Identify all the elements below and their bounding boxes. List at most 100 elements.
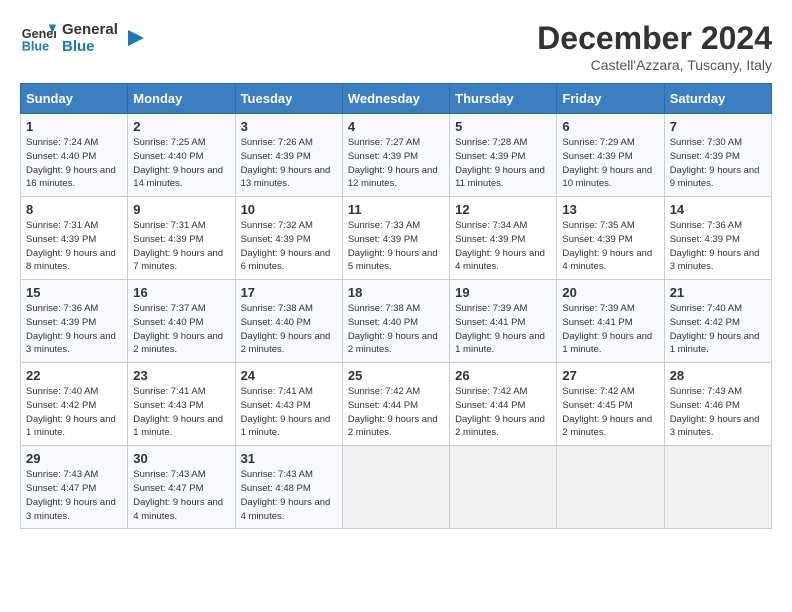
day-number: 26 (455, 368, 551, 383)
day-info: Sunrise: 7:34 AMSunset: 4:39 PMDaylight:… (455, 219, 551, 274)
day-number: 8 (26, 202, 122, 217)
calendar-header-row: SundayMondayTuesdayWednesdayThursdayFrid… (21, 84, 772, 114)
calendar-cell: 21Sunrise: 7:40 AMSunset: 4:42 PMDayligh… (664, 280, 771, 363)
day-info: Sunrise: 7:36 AMSunset: 4:39 PMDaylight:… (670, 219, 766, 274)
day-number: 11 (348, 202, 444, 217)
calendar-week-row: 8 Sunrise: 7:31 AMSunset: 4:39 PMDaylight… (21, 197, 772, 280)
day-number: 30 (133, 451, 229, 466)
day-number: 4 (348, 119, 444, 134)
day-number: 10 (241, 202, 337, 217)
day-info: Sunrise: 7:42 AMSunset: 4:44 PMDaylight:… (455, 385, 551, 440)
day-info: Sunrise: 7:32 AMSunset: 4:39 PMDaylight:… (241, 219, 337, 274)
calendar-cell: 17Sunrise: 7:38 AMSunset: 4:40 PMDayligh… (235, 280, 342, 363)
calendar-cell: 31Sunrise: 7:43 AMSunset: 4:48 PMDayligh… (235, 446, 342, 529)
day-number: 18 (348, 285, 444, 300)
month-title: December 2024 (537, 20, 772, 57)
location-subtitle: Castell'Azzara, Tuscany, Italy (537, 57, 772, 73)
day-number: 24 (241, 368, 337, 383)
calendar-cell: 24 Sunrise: 7:41 AMSunset: 4:43 PMDayligh… (235, 363, 342, 446)
calendar-cell: 6Sunrise: 7:29 AMSunset: 4:39 PMDaylight… (557, 114, 664, 197)
day-info: Sunrise: 7:43 AMSunset: 4:46 PMDaylight:… (670, 385, 766, 440)
day-info: Sunrise: 7:31 AMSunset: 4:39 PMDaylight:… (26, 219, 122, 274)
page-header: General Blue General Blue December 2024 … (20, 20, 772, 73)
day-number: 28 (670, 368, 766, 383)
calendar-cell: 19Sunrise: 7:39 AMSunset: 4:41 PMDayligh… (450, 280, 557, 363)
calendar-cell (557, 446, 664, 529)
day-info: Sunrise: 7:26 AMSunset: 4:39 PMDaylight:… (241, 136, 337, 191)
logo-general: General (62, 21, 118, 38)
calendar-cell: 3Sunrise: 7:26 AMSunset: 4:39 PMDaylight… (235, 114, 342, 197)
logo: General Blue General Blue (20, 20, 144, 56)
logo-icon: General Blue (20, 20, 56, 56)
calendar-body: 1 Sunrise: 7:24 AMSunset: 4:40 PMDaylight… (21, 114, 772, 529)
weekday-header: Monday (128, 84, 235, 114)
calendar-cell (664, 446, 771, 529)
day-number: 13 (562, 202, 658, 217)
day-info: Sunrise: 7:42 AMSunset: 4:44 PMDaylight:… (348, 385, 444, 440)
day-number: 12 (455, 202, 551, 217)
day-number: 22 (26, 368, 122, 383)
day-number: 25 (348, 368, 444, 383)
day-info: Sunrise: 7:33 AMSunset: 4:39 PMDaylight:… (348, 219, 444, 274)
day-info: Sunrise: 7:25 AMSunset: 4:40 PMDaylight:… (133, 136, 229, 191)
day-number: 16 (133, 285, 229, 300)
calendar-cell: 4 Sunrise: 7:27 AMSunset: 4:39 PMDaylight… (342, 114, 449, 197)
calendar-cell: 25 Sunrise: 7:42 AMSunset: 4:44 PMDayligh… (342, 363, 449, 446)
calendar-cell: 20 Sunrise: 7:39 AMSunset: 4:41 PMDayligh… (557, 280, 664, 363)
calendar-table: SundayMondayTuesdayWednesdayThursdayFrid… (20, 83, 772, 529)
day-info: Sunrise: 7:36 AMSunset: 4:39 PMDaylight:… (26, 302, 122, 357)
day-info: Sunrise: 7:31 AMSunset: 4:39 PMDaylight:… (133, 219, 229, 274)
calendar-cell: 10 Sunrise: 7:32 AMSunset: 4:39 PMDayligh… (235, 197, 342, 280)
day-info: Sunrise: 7:42 AMSunset: 4:45 PMDaylight:… (562, 385, 658, 440)
calendar-cell: 14 Sunrise: 7:36 AMSunset: 4:39 PMDayligh… (664, 197, 771, 280)
calendar-cell: 9 Sunrise: 7:31 AMSunset: 4:39 PMDaylight… (128, 197, 235, 280)
calendar-cell: 1 Sunrise: 7:24 AMSunset: 4:40 PMDaylight… (21, 114, 128, 197)
weekday-header: Thursday (450, 84, 557, 114)
calendar-cell: 22 Sunrise: 7:40 AMSunset: 4:42 PMDayligh… (21, 363, 128, 446)
day-number: 23 (133, 368, 229, 383)
day-number: 20 (562, 285, 658, 300)
svg-text:Blue: Blue (22, 40, 49, 54)
calendar-cell: 13 Sunrise: 7:35 AMSunset: 4:39 PMDayligh… (557, 197, 664, 280)
day-number: 29 (26, 451, 122, 466)
day-info: Sunrise: 7:30 AMSunset: 4:39 PMDaylight:… (670, 136, 766, 191)
calendar-cell: 29Sunrise: 7:43 AMSunset: 4:47 PMDayligh… (21, 446, 128, 529)
day-info: Sunrise: 7:39 AMSunset: 4:41 PMDaylight:… (562, 302, 658, 357)
calendar-week-row: 1 Sunrise: 7:24 AMSunset: 4:40 PMDaylight… (21, 114, 772, 197)
day-number: 14 (670, 202, 766, 217)
calendar-cell: 7 Sunrise: 7:30 AMSunset: 4:39 PMDaylight… (664, 114, 771, 197)
calendar-cell: 11 Sunrise: 7:33 AMSunset: 4:39 PMDayligh… (342, 197, 449, 280)
day-info: Sunrise: 7:24 AMSunset: 4:40 PMDaylight:… (26, 136, 122, 191)
calendar-cell: 8 Sunrise: 7:31 AMSunset: 4:39 PMDaylight… (21, 197, 128, 280)
calendar-cell: 28 Sunrise: 7:43 AMSunset: 4:46 PMDayligh… (664, 363, 771, 446)
day-info: Sunrise: 7:40 AMSunset: 4:42 PMDaylight:… (26, 385, 122, 440)
day-number: 5 (455, 119, 551, 134)
day-number: 9 (133, 202, 229, 217)
day-number: 2 (133, 119, 229, 134)
day-number: 21 (670, 285, 766, 300)
day-info: Sunrise: 7:28 AMSunset: 4:39 PMDaylight:… (455, 136, 551, 191)
day-info: Sunrise: 7:27 AMSunset: 4:39 PMDaylight:… (348, 136, 444, 191)
calendar-cell (342, 446, 449, 529)
calendar-week-row: 22 Sunrise: 7:40 AMSunset: 4:42 PMDayligh… (21, 363, 772, 446)
day-info: Sunrise: 7:41 AMSunset: 4:43 PMDaylight:… (241, 385, 337, 440)
weekday-header: Sunday (21, 84, 128, 114)
title-block: December 2024 Castell'Azzara, Tuscany, I… (537, 20, 772, 73)
day-info: Sunrise: 7:38 AMSunset: 4:40 PMDaylight:… (348, 302, 444, 357)
calendar-cell: 15 Sunrise: 7:36 AMSunset: 4:39 PMDayligh… (21, 280, 128, 363)
day-number: 19 (455, 285, 551, 300)
day-number: 1 (26, 119, 122, 134)
calendar-week-row: 15 Sunrise: 7:36 AMSunset: 4:39 PMDayligh… (21, 280, 772, 363)
day-number: 7 (670, 119, 766, 134)
day-info: Sunrise: 7:29 AMSunset: 4:39 PMDaylight:… (562, 136, 658, 191)
day-number: 15 (26, 285, 122, 300)
calendar-cell: 26 Sunrise: 7:42 AMSunset: 4:44 PMDayligh… (450, 363, 557, 446)
day-number: 31 (241, 451, 337, 466)
day-info: Sunrise: 7:37 AMSunset: 4:40 PMDaylight:… (133, 302, 229, 357)
day-info: Sunrise: 7:35 AMSunset: 4:39 PMDaylight:… (562, 219, 658, 274)
logo-arrow-icon (124, 28, 144, 48)
day-number: 27 (562, 368, 658, 383)
weekday-header: Saturday (664, 84, 771, 114)
day-info: Sunrise: 7:38 AMSunset: 4:40 PMDaylight:… (241, 302, 337, 357)
weekday-header: Friday (557, 84, 664, 114)
